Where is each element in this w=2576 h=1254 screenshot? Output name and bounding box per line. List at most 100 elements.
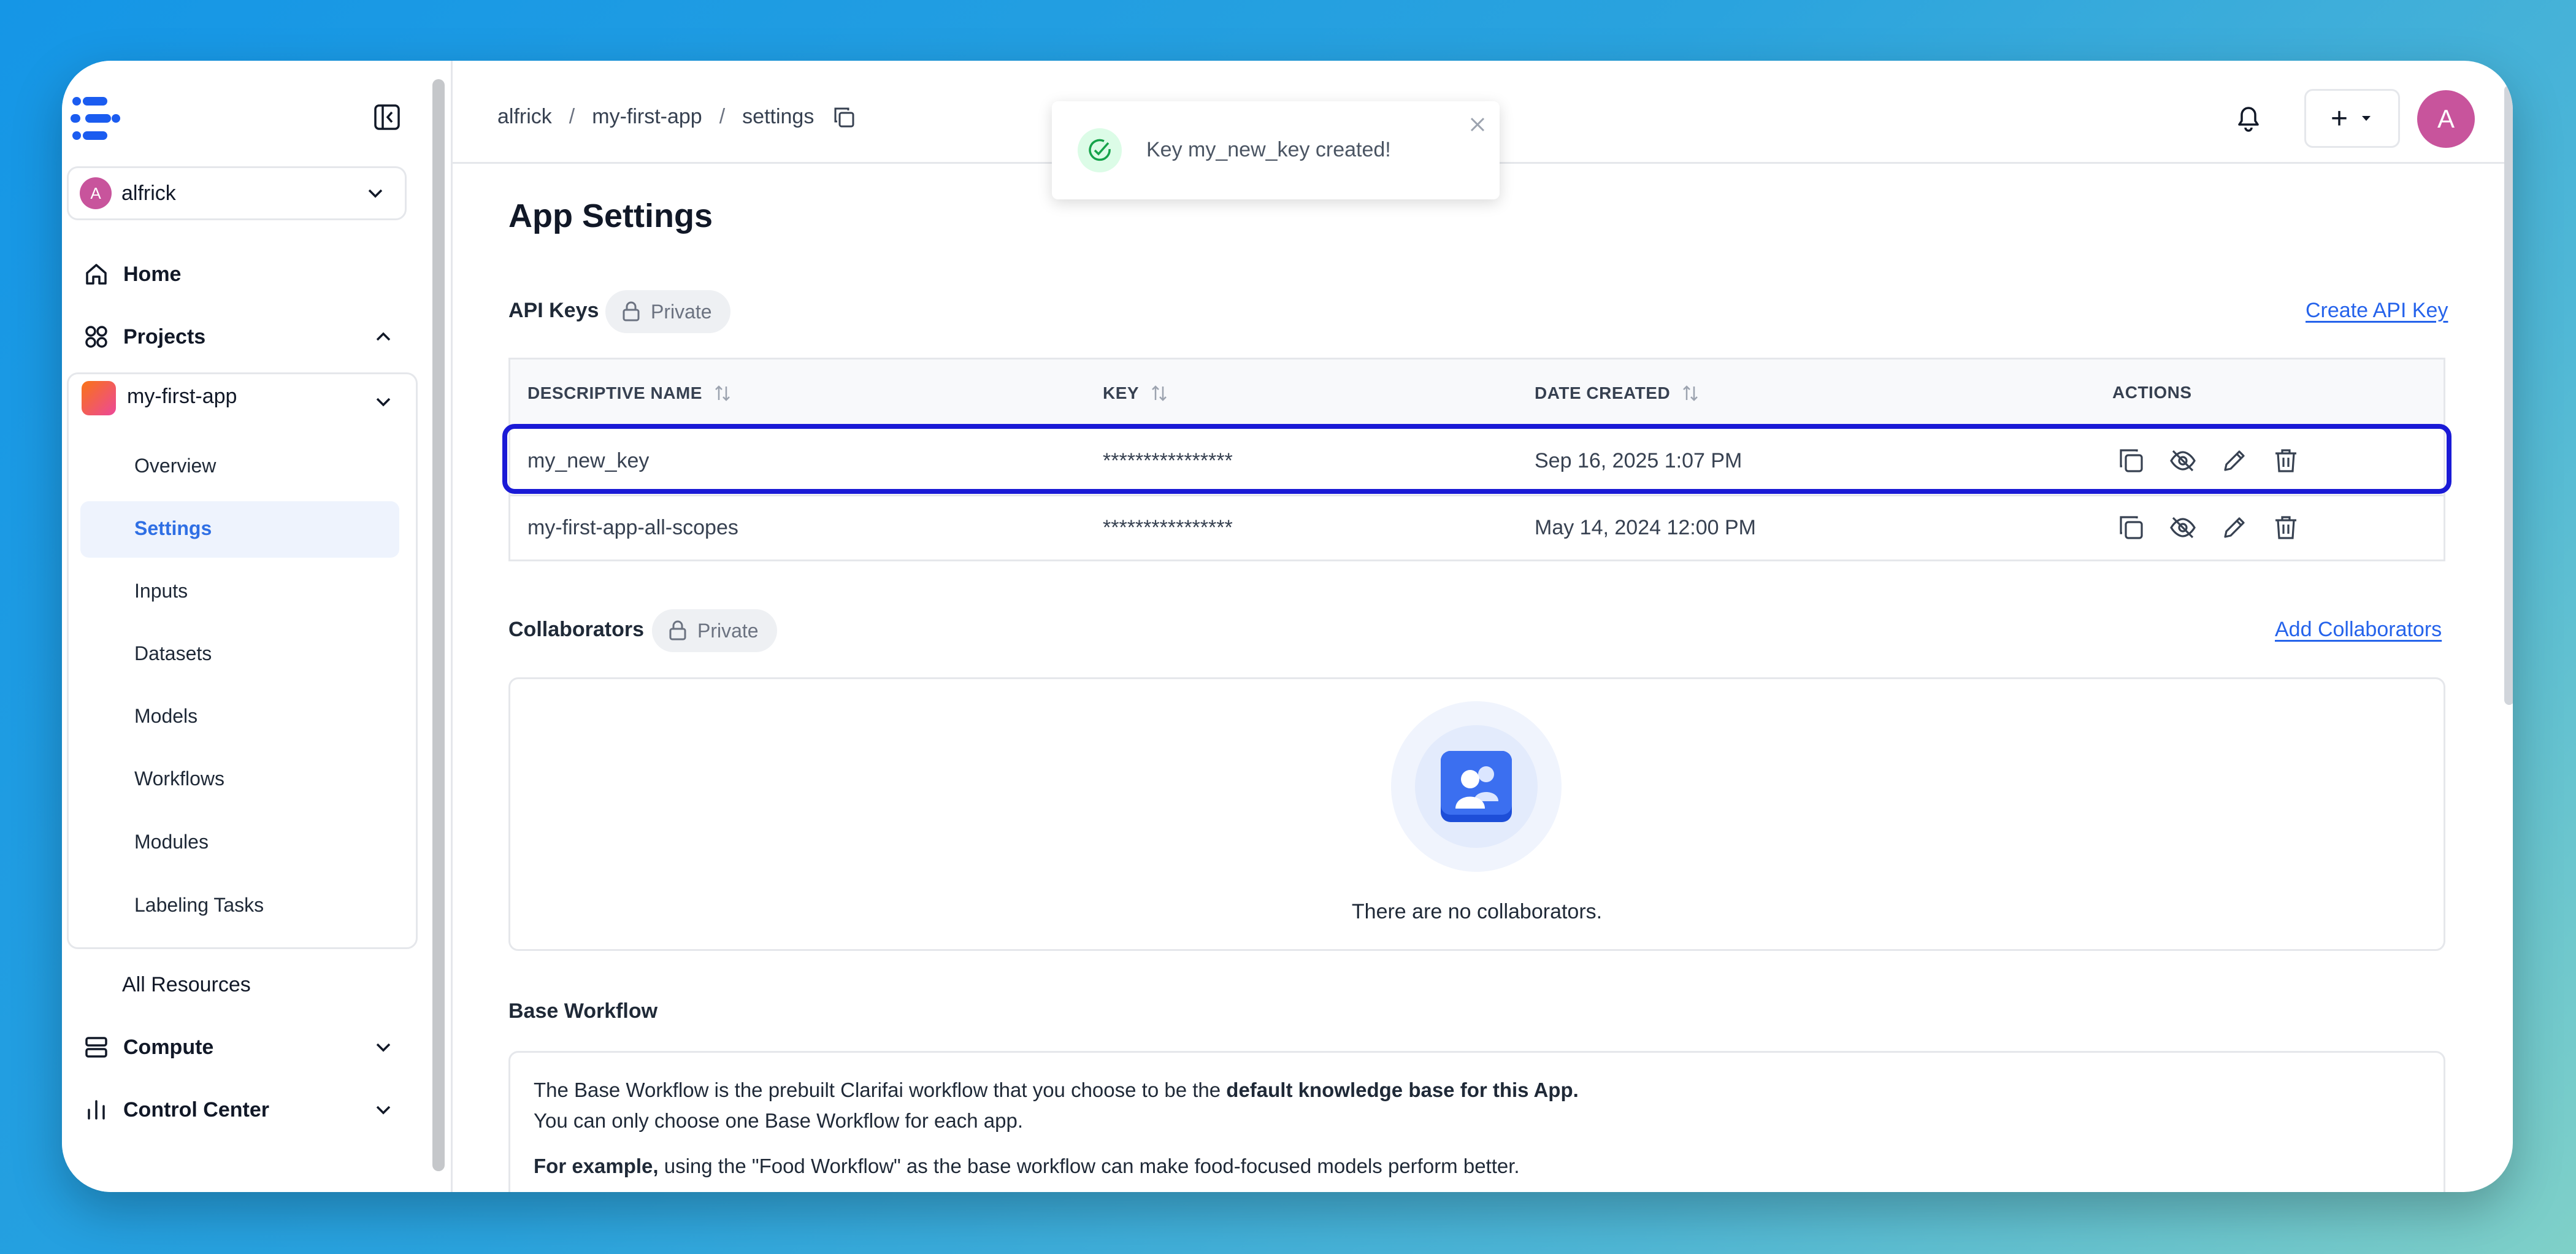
create-menu-button[interactable]: + <box>2304 89 2400 148</box>
org-selector[interactable]: A alfrick <box>67 166 407 220</box>
projects-grid-icon <box>83 323 110 350</box>
app-name[interactable]: my-first-app <box>127 385 237 409</box>
chevron-down-icon[interactable] <box>371 390 396 414</box>
description-emphasis: default knowledge base for this App. <box>1226 1079 1579 1101</box>
sort-icon[interactable] <box>1149 383 1170 404</box>
home-icon <box>83 261 110 288</box>
empty-state-text: There are no collaborators. <box>1351 900 1603 923</box>
lock-icon <box>623 301 640 321</box>
org-avatar: A <box>80 177 112 209</box>
success-toast: Key my_new_key created! <box>1052 101 1500 199</box>
sidebar-item-inputs[interactable]: Inputs <box>134 580 188 602</box>
badge-label: Private <box>651 300 712 323</box>
trash-icon[interactable] <box>2271 512 2301 543</box>
collaborators-panel: There are no collaborators. <box>508 677 2445 951</box>
add-collaborators-link[interactable]: Add Collaborators <box>2275 618 2442 642</box>
caret-down-icon <box>2362 116 2371 121</box>
base-workflow-description: The Base Workflow is the prebuilt Clarif… <box>534 1079 1579 1102</box>
collapse-sidebar-icon[interactable] <box>374 104 401 131</box>
collaborators-private-badge: Private <box>652 609 777 652</box>
api-keys-private-badge: Private <box>605 290 730 333</box>
key-date: May 14, 2024 12:00 PM <box>1535 516 1757 539</box>
compute-icon <box>83 1034 110 1061</box>
sidebar-item-models[interactable]: Models <box>134 705 197 728</box>
empty-state-inner <box>1415 725 1538 848</box>
close-icon[interactable] <box>1466 113 1489 136</box>
bar-chart-icon <box>83 1096 110 1123</box>
sidebar-item-datasets[interactable]: Datasets <box>134 642 212 665</box>
breadcrumb-org[interactable]: alfrick <box>497 105 552 129</box>
breadcrumb-separator: / <box>719 105 726 128</box>
chevron-down-icon[interactable] <box>371 1098 396 1122</box>
chevron-down-icon[interactable] <box>371 1035 396 1060</box>
sidebar-divider <box>451 61 453 1192</box>
edit-icon[interactable] <box>2219 512 2250 543</box>
col-label: KEY <box>1103 383 1140 402</box>
example-text: using the "Food Workflow" as the base wo… <box>658 1155 1520 1177</box>
copy-icon[interactable] <box>832 106 856 129</box>
nav-compute-label: Compute <box>123 1035 214 1059</box>
sidebar-scrollbar[interactable] <box>432 79 445 1171</box>
sort-icon[interactable] <box>1680 383 1701 404</box>
users-icon <box>1441 751 1512 822</box>
base-workflow-limit: You can only choose one Base Workflow fo… <box>534 1109 1024 1132</box>
sidebar-item-settings[interactable]: Settings <box>134 517 212 540</box>
nav-all-resources-label: All Resources <box>122 972 251 996</box>
example-emphasis: For example, <box>534 1155 659 1177</box>
base-workflow-example: For example, using the "Food Workflow" a… <box>534 1155 1520 1178</box>
col-descriptive-name[interactable]: DESCRIPTIVE NAME <box>527 383 733 404</box>
col-key[interactable]: KEY <box>1103 383 1170 404</box>
collaborators-label: Collaborators <box>508 618 645 641</box>
eye-off-icon[interactable] <box>2168 512 2198 543</box>
breadcrumb: alfrick / my-first-app / settings <box>497 105 856 129</box>
chevron-up-icon[interactable] <box>371 325 396 349</box>
base-workflow-panel: The Base Workflow is the prebuilt Clarif… <box>508 1051 2445 1192</box>
nav-home-label: Home <box>123 262 182 286</box>
user-avatar[interactable]: A <box>2417 90 2475 148</box>
description-text: The Base Workflow is the prebuilt Clarif… <box>534 1079 1227 1101</box>
lock-icon <box>669 620 686 640</box>
col-actions: ACTIONS <box>2112 383 2192 402</box>
plus-icon: + <box>2330 102 2348 135</box>
row-actions <box>2116 512 2322 543</box>
nav-control-center-label: Control Center <box>123 1098 269 1121</box>
app-window: A alfrick Home Projects my-first-app Ove… <box>62 61 2513 1192</box>
breadcrumb-app[interactable]: my-first-app <box>592 105 702 129</box>
active-item-highlight <box>80 501 399 558</box>
key-name: my-first-app-all-scopes <box>527 516 738 539</box>
copy-icon[interactable] <box>2116 512 2147 543</box>
nav-all-resources[interactable]: All Resources <box>122 966 251 1003</box>
nav-projects[interactable]: Projects <box>83 318 205 355</box>
page-title: App Settings <box>508 198 713 234</box>
sidebar-item-overview[interactable]: Overview <box>134 455 216 477</box>
col-date-created[interactable]: DATE CREATED <box>1535 383 1701 404</box>
sort-icon[interactable] <box>712 383 733 404</box>
sidebar: A alfrick Home Projects my-first-app Ove… <box>62 61 430 1192</box>
org-name: alfrick <box>121 181 176 205</box>
nav-control-center[interactable]: Control Center <box>83 1091 269 1128</box>
create-api-key-link[interactable]: Create API Key <box>2306 299 2448 323</box>
empty-state-illustration <box>1391 701 1562 872</box>
table-header: DESCRIPTIVE NAME KEY DATE CREATED ACTION… <box>510 360 2444 428</box>
badge-label: Private <box>697 619 759 642</box>
key-value: **************** <box>1103 516 1233 539</box>
table-row: my-first-app-all-scopes ****************… <box>510 494 2444 563</box>
nav-compute[interactable]: Compute <box>83 1029 213 1066</box>
nav-home[interactable]: Home <box>83 256 181 293</box>
app-avatar <box>82 381 116 415</box>
api-keys-label: API Keys <box>508 299 599 322</box>
logo-icon[interactable] <box>71 94 122 143</box>
sidebar-item-modules[interactable]: Modules <box>134 831 209 853</box>
breadcrumb-separator: / <box>569 105 575 128</box>
new-key-highlight <box>502 424 2451 494</box>
nav-projects-label: Projects <box>123 325 206 348</box>
col-label: DATE CREATED <box>1535 383 1671 402</box>
toast-message: Key my_new_key created! <box>1146 138 1391 161</box>
sidebar-item-labeling-tasks[interactable]: Labeling Tasks <box>134 894 264 917</box>
check-circle-icon <box>1078 128 1122 172</box>
bell-icon[interactable] <box>2233 101 2264 133</box>
app-tree <box>67 372 418 949</box>
breadcrumb-page: settings <box>742 105 815 128</box>
sidebar-item-workflows[interactable]: Workflows <box>134 767 224 790</box>
main-scrollbar[interactable] <box>2504 85 2513 705</box>
